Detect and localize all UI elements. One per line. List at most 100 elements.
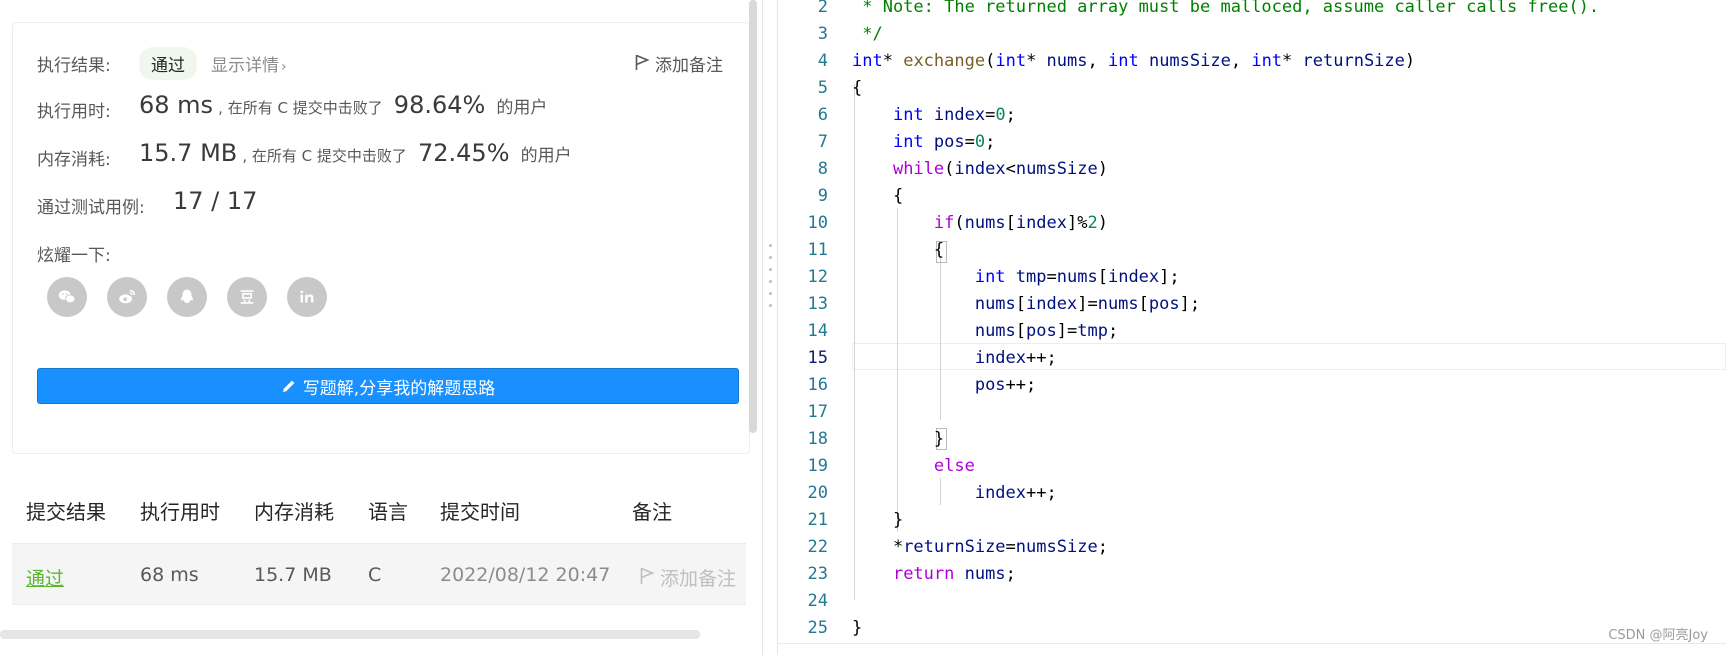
add-note-button[interactable]: 添加备注 (635, 51, 723, 76)
weibo-icon[interactable] (107, 277, 147, 317)
code-line: int pos=0; (852, 132, 995, 152)
code-line: } (852, 618, 862, 638)
code-token: pos (974, 375, 1006, 395)
column-header-submit-time: 提交时间 (440, 500, 520, 524)
runtime-stats: 68 ms , 在所有 C 提交中击败了 98.64% 的用户 (139, 91, 547, 119)
code-token: pos (933, 132, 965, 152)
code-token: index (974, 348, 1027, 368)
code-token: index (1015, 213, 1068, 233)
code-token: ( (985, 51, 996, 71)
row-memory: 15.7 MB (254, 564, 332, 586)
line-number: 13 (807, 294, 828, 314)
code-token: ++; (1005, 375, 1037, 395)
code-token: nums (1046, 51, 1088, 71)
code-line: nums[index]=nums[pos]; (852, 294, 1200, 314)
row-add-note-button[interactable]: 添加备注 (640, 564, 746, 591)
code-token: [ (1005, 213, 1016, 233)
line-number: 6 (817, 105, 828, 125)
code-token: ; (1005, 105, 1016, 125)
code-token: = (1046, 267, 1057, 287)
result-label: 执行结果: (37, 56, 111, 76)
code-line: nums[pos]=tmp; (852, 321, 1118, 341)
code-token: ) (1097, 213, 1108, 233)
wechat-icon[interactable] (47, 277, 87, 317)
code-token: else (933, 456, 975, 476)
code-token: = (964, 132, 975, 152)
code-token: ]; (1159, 267, 1180, 287)
write-solution-label: 写题解,分享我的解题思路 (302, 378, 496, 399)
code-line: } (852, 510, 903, 530)
code-token: returnSize (903, 537, 1006, 557)
code-token: ]= (1077, 294, 1098, 314)
flag-icon (635, 54, 650, 75)
watermark: CSDN @阿亮Joy (1608, 628, 1708, 643)
line-number: 24 (807, 591, 828, 611)
code-token: = (985, 105, 996, 125)
code-token: 0 (974, 132, 986, 152)
code-token: [ (1097, 267, 1108, 287)
share-label: 炫耀一下: (37, 246, 111, 266)
code-token: , (1087, 51, 1108, 71)
row-language: C (368, 564, 382, 586)
vertical-scrollbar[interactable] (749, 0, 757, 433)
code-token: [ (1015, 321, 1027, 341)
splitter-dot (769, 268, 772, 271)
code-token: * (1026, 51, 1047, 71)
code-token: tmp (1015, 267, 1047, 287)
code-line: *returnSize=numsSize; (852, 537, 1108, 557)
line-number: 18 (807, 429, 828, 449)
show-details-link[interactable]: 显示详情 › (211, 51, 287, 76)
code-line: int tmp=nums[index]; (852, 267, 1180, 287)
runtime-text: , 在所有 C 提交中击败了 (218, 99, 383, 117)
result-panel: 执行结果: 通过 显示详情 › 添加备注 执行用时: 68 ms , 在所有 C … (0, 0, 762, 655)
line-number: 14 (807, 321, 828, 341)
tests-label: 通过测试用例: (37, 198, 145, 218)
code-token: ; (1107, 321, 1119, 341)
code-token: numsSize (1015, 537, 1098, 557)
flag-icon (640, 567, 655, 590)
code-token: { (852, 186, 904, 206)
code-token: ]= (1056, 321, 1078, 341)
douban-icon[interactable] (227, 277, 267, 317)
line-number: 12 (807, 267, 828, 287)
row-add-note-label: 添加备注 (660, 568, 737, 590)
qq-icon[interactable] (167, 277, 207, 317)
code-editor[interactable]: 2 3 4 5 6 7 8 9 10 11 12 13 14 15 16 17 … (778, 0, 1726, 643)
horizontal-scrollbar[interactable] (0, 630, 700, 639)
code-token: } (852, 429, 945, 449)
memory-stats: 15.7 MB , 在所有 C 提交中击败了 72.45% 的用户 (139, 139, 572, 167)
code-token: returnSize (1302, 51, 1405, 71)
code-token: ++; (1026, 483, 1057, 503)
code-token: numsSize (1148, 51, 1231, 71)
code-token: int (995, 51, 1027, 71)
code-token: tmp (1077, 321, 1108, 341)
line-number: 9 (817, 186, 828, 206)
runtime-row: 执行用时: 68 ms , 在所有 C 提交中击败了 98.64% 的用户 (13, 89, 749, 125)
line-number: 11 (807, 240, 828, 260)
linkedin-icon[interactable] (287, 277, 327, 317)
code-token: while (892, 159, 945, 179)
row-submit-time: 2022/08/12 20:47 (440, 564, 611, 586)
code-token: nums (1097, 294, 1139, 314)
memory-suffix: 的用户 (520, 146, 572, 166)
table-row[interactable]: 通过 68 ms 15.7 MB C 2022/08/12 20:47 添加备注 (12, 543, 746, 605)
code-token: index (1026, 294, 1078, 314)
code-token: index (1107, 267, 1160, 287)
result-row: 执行结果: 通过 显示详情 › 添加备注 (13, 47, 749, 83)
write-solution-button[interactable]: 写题解,分享我的解题思路 (37, 368, 739, 404)
line-number: 17 (807, 402, 828, 422)
runtime-suffix: 的用户 (496, 98, 548, 118)
line-number: 2 (817, 0, 828, 17)
pencil-icon (281, 378, 297, 394)
share-row: 炫耀一下: (13, 241, 749, 277)
line-number: 23 (807, 564, 828, 584)
code-line: if(nums[index]%2) (852, 213, 1108, 233)
panel-splitter[interactable] (762, 0, 778, 655)
code-line: int* exchange(int* nums, int numsSize, i… (852, 51, 1415, 71)
row-status-link[interactable]: 通过 (26, 564, 64, 591)
submissions-table: 提交结果 执行用时 内存消耗 语言 提交时间 备注 通过 68 ms 15.7 … (12, 478, 746, 628)
code-line: int index=0; (852, 105, 1016, 125)
